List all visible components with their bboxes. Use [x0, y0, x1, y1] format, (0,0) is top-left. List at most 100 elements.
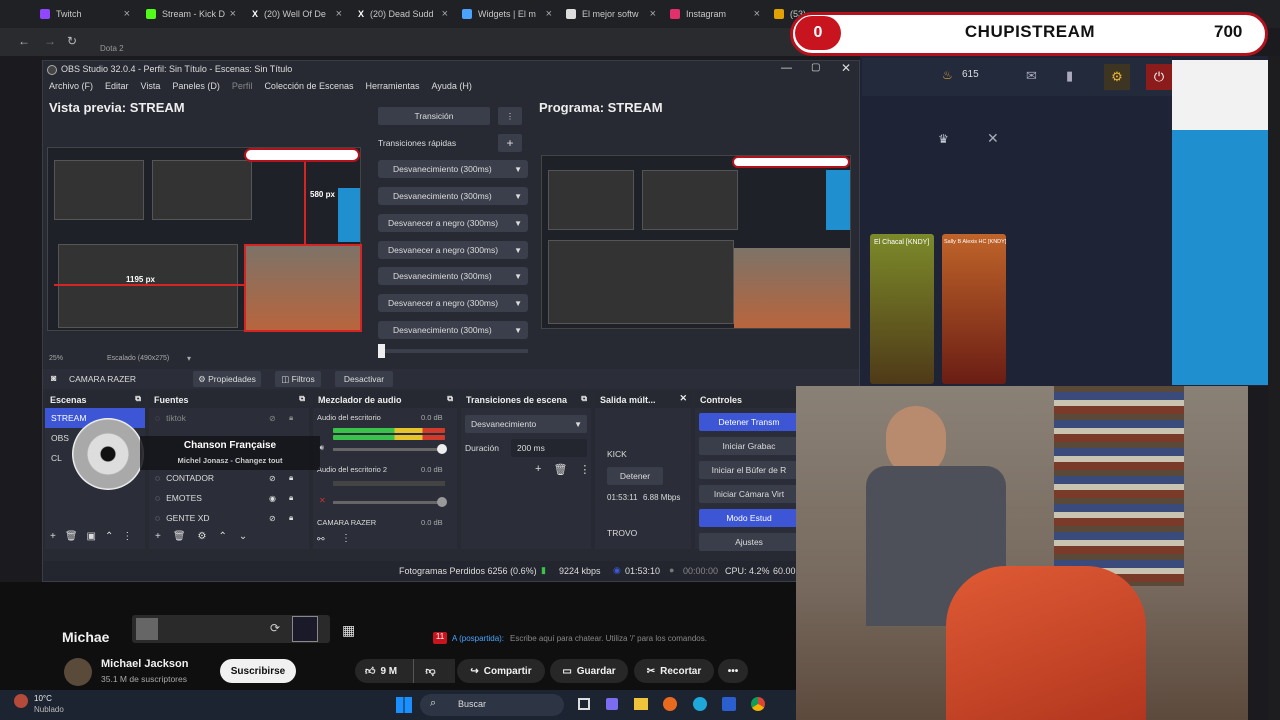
start-virtual-camera-button[interactable]: Iniciar Cámara Virt	[699, 485, 799, 503]
source-item[interactable]: ◌ GENTE XD ⊘ 🔒︎	[149, 508, 309, 528]
folder-icon[interactable]	[634, 698, 648, 710]
dislike-button[interactable]: 👎︎	[413, 659, 447, 683]
store-icon[interactable]	[722, 697, 736, 711]
save-button[interactable]: ▭ Guardar	[550, 659, 628, 683]
taskbar-search[interactable]: Buscar	[420, 694, 564, 716]
eye-off-icon[interactable]: ⊘	[269, 414, 276, 423]
browser-tab[interactable]: X (20) Well Of De ×	[246, 4, 346, 24]
undock-icon[interactable]: ⧉	[447, 394, 453, 404]
more-icon[interactable]: ⋮	[122, 531, 132, 547]
browser-tab[interactable]: El mejor softw ×	[560, 4, 660, 24]
task-view-icon[interactable]	[578, 698, 590, 710]
close-icon[interactable]: ×	[650, 8, 656, 20]
browser-tab[interactable]: X (20) Dead Sudd ×	[352, 4, 452, 24]
quick-transition-button[interactable]: Desvanecimiento (300ms) ▼	[378, 160, 528, 178]
transition-select[interactable]: Desvanecimiento ▼	[465, 415, 587, 433]
menu-tools[interactable]: Herramientas	[366, 81, 420, 97]
deactivate-button[interactable]: Desactivar	[335, 371, 393, 387]
undock-icon[interactable]: ⧉	[135, 394, 141, 404]
edge-icon[interactable]	[693, 697, 707, 711]
menu-view[interactable]: Vista	[141, 81, 161, 97]
back-icon[interactable]: ←	[18, 34, 30, 48]
grid-icon[interactable]: ▦	[342, 622, 355, 639]
transition-slider-handle[interactable]	[378, 344, 385, 358]
menu-scene-collection[interactable]: Colección de Escenas	[264, 81, 353, 97]
menu-edit[interactable]: Editar	[105, 81, 129, 97]
teams-icon[interactable]	[606, 698, 618, 710]
channel-name-youtube[interactable]: Michael Jackson	[101, 658, 188, 670]
filter-icon[interactable]: ▣	[87, 531, 96, 547]
add-icon[interactable]: +	[498, 134, 522, 152]
stop-streaming-button[interactable]: Detener Transm	[699, 413, 799, 431]
forward-icon[interactable]: →	[44, 34, 56, 48]
close-icon[interactable]: ✕	[987, 130, 999, 147]
chevron-up-icon[interactable]: ⌃	[105, 531, 113, 547]
link-icon[interactable]: ⚯	[317, 534, 325, 545]
volume-slider-handle[interactable]	[437, 497, 447, 507]
clip-button[interactable]: ✂ Recortar	[634, 659, 714, 683]
properties-button[interactable]: ⚙ Propiedades	[193, 371, 261, 387]
chat-input[interactable]: Escribe aquí para chatear. Utiliza '/' p…	[510, 634, 707, 643]
menu-help[interactable]: Ayuda (H)	[432, 81, 472, 97]
close-icon[interactable]: ✕	[841, 61, 851, 75]
settings-icon[interactable]: ⚙	[1104, 64, 1130, 90]
lock-icon[interactable]: 🔒︎	[289, 513, 293, 523]
close-icon[interactable]: ×	[124, 8, 130, 20]
trash-icon[interactable]: 🗑︎	[65, 531, 78, 547]
add-icon[interactable]: +	[155, 531, 161, 547]
scale-label[interactable]: Escalado (490x275)	[107, 355, 169, 362]
browser-tab[interactable]: Stream - Kick D ×	[140, 4, 240, 24]
undock-icon[interactable]: ⧉	[299, 394, 305, 404]
preview-canvas[interactable]: 580 px 1195 px	[47, 147, 362, 332]
trash-icon[interactable]: 🗑︎	[553, 463, 567, 476]
app-icon[interactable]	[292, 616, 318, 642]
quick-transition-button[interactable]: Desvanecer a negro (300ms) ▼	[378, 294, 528, 312]
subscribe-button[interactable]: Suscribirse	[220, 659, 296, 683]
mail-icon[interactable]: ✉	[1026, 68, 1037, 84]
studio-mode-button[interactable]: Modo Estud	[699, 509, 799, 527]
start-recording-button[interactable]: Iniciar Grabac	[699, 437, 799, 455]
more-icon[interactable]: ⋮	[341, 533, 351, 544]
minimize-icon[interactable]: —	[781, 62, 792, 74]
more-icon[interactable]: ⋮	[579, 463, 590, 476]
zoom-level[interactable]: 25%	[49, 355, 63, 362]
close-icon[interactable]: ×	[754, 8, 760, 20]
source-item[interactable]: ◌ CONTADOR ⊘ 🔒︎	[149, 468, 309, 488]
close-icon[interactable]: ×	[442, 8, 448, 20]
filters-button[interactable]: ◫ Filtros	[275, 371, 321, 387]
undock-icon[interactable]: ⧉	[581, 394, 587, 404]
power-icon[interactable]: ⏻	[1146, 64, 1172, 90]
menu-docks[interactable]: Paneles (D)	[172, 81, 220, 97]
transition-slider[interactable]	[378, 349, 528, 353]
more-icon[interactable]: ⋮	[498, 107, 522, 125]
preview-camera-source[interactable]	[244, 244, 362, 332]
refresh-icon[interactable]: ⟳	[270, 621, 280, 635]
hero-card[interactable]	[942, 234, 1006, 384]
speaker-muted-icon[interactable]: ✕	[319, 496, 326, 505]
close-icon[interactable]: ✕	[679, 393, 687, 404]
browser-tab[interactable]: Twitch ×	[34, 4, 134, 24]
eye-off-icon[interactable]: ⊘	[269, 514, 276, 523]
quick-transition-button[interactable]: Desvanecimiento (300ms) ▼	[378, 187, 528, 205]
hero-card[interactable]	[870, 234, 934, 384]
more-button[interactable]: •••	[718, 659, 748, 683]
avatar[interactable]	[136, 618, 158, 640]
chevron-down-icon[interactable]: ⌄	[239, 531, 247, 547]
menu-profile[interactable]: Perfil	[232, 81, 253, 97]
lock-icon[interactable]: 🔒︎	[289, 493, 293, 503]
chevron-up-icon[interactable]: ⌃	[219, 531, 227, 547]
quick-transition-button[interactable]: Desvanecimiento (300ms) ▼	[378, 321, 528, 339]
duration-input[interactable]: 200 ms	[511, 439, 587, 457]
transition-button[interactable]: Transición	[378, 107, 490, 125]
close-icon[interactable]: ×	[546, 8, 552, 20]
quick-transition-button[interactable]: Desvanecer a negro (300ms) ▼	[378, 214, 528, 232]
channel-avatar[interactable]	[64, 658, 92, 686]
close-icon[interactable]: ×	[336, 8, 342, 20]
close-icon[interactable]: ×	[230, 8, 236, 20]
start-replay-buffer-button[interactable]: Iniciar el Búfer de R	[699, 461, 799, 479]
eye-icon[interactable]: ◉	[269, 494, 276, 503]
lock-icon[interactable]: 🔒︎	[289, 413, 293, 423]
inventory-icon[interactable]: ▮	[1066, 68, 1073, 84]
menu-file[interactable]: Archivo (F)	[49, 81, 93, 97]
firefox-icon[interactable]	[663, 697, 677, 711]
